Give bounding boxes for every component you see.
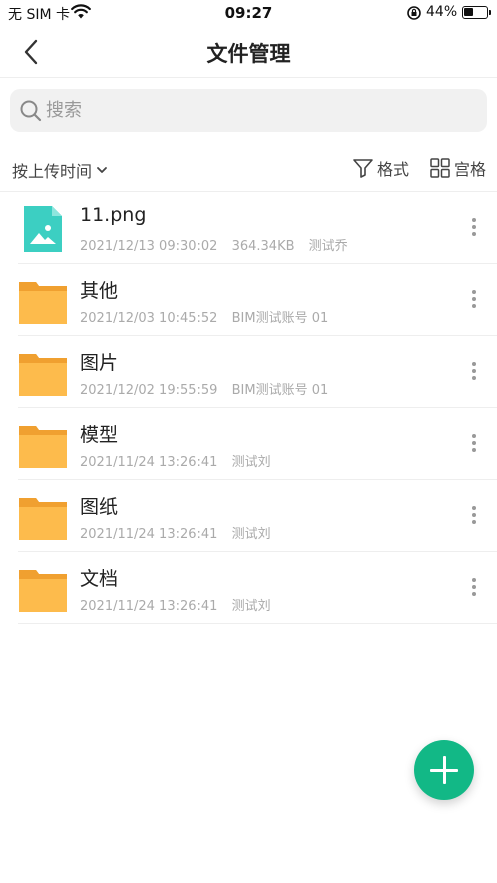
search-input[interactable] [46,89,476,132]
folder-row[interactable]: 模型 2021/11/24 13:26:41 测试刘 [18,408,497,480]
folder-meta: 2021/11/24 13:26:41 测试刘 [80,595,281,614]
folder-row[interactable]: 文档 2021/11/24 13:26:41 测试刘 [18,552,497,624]
file-size: 364.34KB [231,239,295,254]
more-options-button[interactable] [464,216,484,240]
more-options-button[interactable] [464,576,484,600]
file-name: 11.png [80,204,147,226]
toolbar: 按上传时间 格式 宫格 [0,148,497,192]
folder-name: 模型 [80,424,119,446]
file-meta: 2021/12/13 09:30:02 364.34KB 测试乔 [80,235,358,254]
folder-date: 2021/11/24 13:26:41 [80,599,218,614]
folder-icon [18,348,68,398]
battery-icon [462,6,491,19]
folder-name: 其他 [80,280,119,302]
folder-meta: 2021/12/03 10:45:52 BIM测试账号 01 [80,307,338,326]
file-row[interactable]: 11.png 2021/12/13 09:30:02 364.34KB 测试乔 [18,192,497,264]
folder-owner: 测试刘 [231,455,271,470]
search-bar[interactable] [10,89,487,132]
folder-row[interactable]: 其他 2021/12/03 10:45:52 BIM测试账号 01 [18,264,497,336]
folder-icon [18,420,68,470]
folder-meta: 2021/12/02 19:55:59 BIM测试账号 01 [80,379,338,398]
page-title: 文件管理 [206,42,291,66]
folder-name: 图纸 [80,496,119,518]
sort-dropdown[interactable]: 按上传时间 [12,158,108,182]
folder-name: 图片 [80,352,119,374]
folder-row[interactable]: 图片 2021/12/02 19:55:59 BIM测试账号 01 [18,336,497,408]
folder-icon [18,492,68,542]
folder-row[interactable]: 图纸 2021/11/24 13:26:41 测试刘 [18,480,497,552]
status-time: 09:27 [224,4,273,22]
folder-icon [18,276,68,326]
folder-meta: 2021/11/24 13:26:41 测试刘 [80,523,281,542]
grid-icon [430,158,450,178]
search-icon [19,99,43,127]
folder-date: 2021/12/02 19:55:59 [80,383,218,398]
grid-view-button[interactable]: 宫格 [430,156,486,180]
more-options-button[interactable] [464,360,484,384]
sort-label: 按上传时间 [12,162,93,181]
more-options-button[interactable] [464,288,484,312]
folder-owner: BIM测试账号 01 [231,383,329,398]
format-filter-button[interactable]: 格式 [352,156,409,180]
grid-label: 宫格 [454,160,487,179]
folder-icon [18,564,68,614]
rotation-lock-icon [406,5,422,25]
chevron-down-icon [97,167,107,173]
filter-icon [353,159,373,178]
status-bar: 无 SIM 卡 09:27 44% [0,0,497,26]
folder-owner: 测试刘 [231,527,271,542]
battery-percent: 44% [426,4,458,20]
folder-owner: 测试刘 [231,599,271,614]
folder-date: 2021/11/24 13:26:41 [80,455,218,470]
folder-owner: BIM测试账号 01 [231,311,329,326]
folder-date: 2021/11/24 13:26:41 [80,527,218,542]
folder-name: 文档 [80,568,119,590]
format-label: 格式 [377,160,410,179]
more-options-button[interactable] [464,504,484,528]
folder-meta: 2021/11/24 13:26:41 测试刘 [80,451,281,470]
folder-date: 2021/12/03 10:45:52 [80,311,218,326]
image-file-icon [18,204,68,254]
more-options-button[interactable] [464,432,484,456]
file-date: 2021/12/13 09:30:02 [80,239,218,254]
add-button[interactable] [414,740,474,800]
nav-bar: 文件管理 [0,26,497,78]
file-owner: 测试乔 [308,239,348,254]
